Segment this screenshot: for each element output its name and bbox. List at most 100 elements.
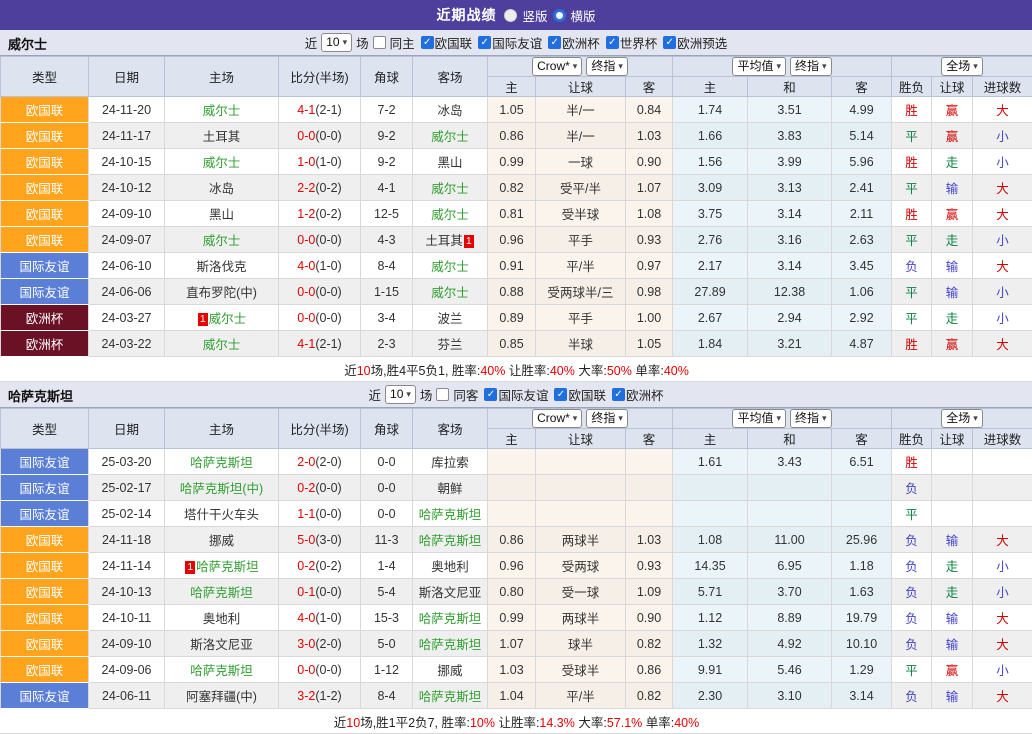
home-team: 哈萨克斯坦(中) (165, 475, 279, 501)
league-filter-item: ✓欧国联 (421, 33, 473, 52)
avg-away-odds: 4.87 (832, 331, 892, 357)
result-goals: 小 (973, 123, 1032, 149)
red-card-badge: 1 (198, 313, 208, 326)
bookmaker-select[interactable]: Crow*▾ (532, 57, 582, 76)
league-filter-item: ✓欧国联 (554, 385, 606, 404)
match-scope-select-value: 全场 (946, 59, 970, 74)
home-team: 1威尔士 (165, 305, 279, 331)
team-section: 威尔士近10▾场同主✓欧国联✓国际友谊✓欧洲杯✓世界杯✓欧洲预选类型日期主场比分… (0, 30, 1032, 382)
avg-draw-odds: 5.46 (748, 657, 832, 683)
vertical-layout-label[interactable]: 竖版 (522, 6, 547, 25)
avg-home-odds: 1.56 (673, 149, 748, 175)
fulltime-score: 3-0 (297, 637, 315, 651)
horizontal-layout-label[interactable]: 横版 (571, 6, 596, 25)
column-header-avg-away: 客 (832, 429, 892, 449)
handicap-home-odds: 0.80 (488, 579, 536, 605)
match-score: 0-0(0-0) (279, 657, 361, 683)
match-scope-select[interactable]: 全场▾ (941, 409, 983, 428)
league-filter-label: 世界杯 (620, 33, 658, 52)
league-checkbox[interactable]: ✓ (478, 36, 491, 49)
handicap-line: 受球半 (536, 657, 626, 683)
home-team-name: 威尔士 (203, 156, 241, 170)
league-filter-item: ✓欧洲杯 (612, 385, 664, 404)
handicap-line: 受两球 (536, 553, 626, 579)
index-time-select[interactable]: 终指▾ (586, 57, 628, 76)
games-count-select[interactable]: 10▾ (385, 385, 416, 404)
halftime-score: (2-0) (315, 637, 341, 651)
league-checkbox[interactable]: ✓ (554, 388, 567, 401)
match-scope-select[interactable]: 全场▾ (941, 57, 983, 76)
column-header-corner: 角球 (361, 57, 413, 97)
avg-draw-odds (748, 501, 832, 527)
league-filter-item: ✓欧洲杯 (548, 33, 600, 52)
column-header-date: 日期 (89, 409, 165, 449)
league-checkbox[interactable]: ✓ (548, 36, 561, 49)
league-checkbox[interactable]: ✓ (663, 36, 676, 49)
match-score: 4-0(1-0) (279, 253, 361, 279)
result-winloss: 胜 (892, 449, 932, 475)
home-team: 威尔士 (165, 149, 279, 175)
handicap-away-odds: 0.82 (626, 683, 673, 709)
away-team: 冰岛 (413, 97, 488, 123)
league-badge: 欧国联 (1, 149, 89, 175)
league-checkbox[interactable]: ✓ (484, 388, 497, 401)
away-team: 奥地利 (413, 553, 488, 579)
average-select-value: 平均值 (737, 411, 773, 426)
summary-segment: 57.1% (607, 716, 642, 730)
result-handicap: 走 (932, 553, 973, 579)
match-date: 24-06-10 (89, 253, 165, 279)
home-team: 威尔士 (165, 227, 279, 253)
result-winloss: 负 (892, 527, 932, 553)
home-team-name: 威尔士 (203, 338, 241, 352)
chevron-down-icon: ▾ (973, 411, 978, 426)
away-team: 威尔士 (413, 279, 488, 305)
result-winloss: 负 (892, 683, 932, 709)
avg-draw-odds: 4.92 (748, 631, 832, 657)
league-checkbox[interactable]: ✓ (421, 36, 434, 49)
vertical-layout-radio-icon[interactable] (504, 9, 517, 22)
away-team-name: 哈萨克斯坦 (419, 612, 482, 626)
bookmaker-select[interactable]: Crow*▾ (532, 409, 582, 428)
league-checkbox[interactable]: ✓ (606, 36, 619, 49)
games-suffix-label: 场 (356, 33, 369, 52)
summary-segment: 单率: (642, 716, 674, 730)
column-header-score: 比分(半场) (279, 57, 361, 97)
index-time-select[interactable]: 终指▾ (790, 57, 832, 76)
index-time-select[interactable]: 终指▾ (790, 409, 832, 428)
halftime-score: (1-0) (315, 259, 341, 273)
match-date: 24-10-12 (89, 175, 165, 201)
avg-away-odds: 2.92 (832, 305, 892, 331)
league-badge: 欧洲杯 (1, 331, 89, 357)
match-score: 0-2(0-0) (279, 475, 361, 501)
league-checkbox[interactable]: ✓ (612, 388, 625, 401)
match-date: 24-09-07 (89, 227, 165, 253)
league-badge: 国际友谊 (1, 475, 89, 501)
league-badge: 欧国联 (1, 631, 89, 657)
average-select[interactable]: 平均值▾ (732, 409, 786, 428)
column-header-home: 主场 (165, 409, 279, 449)
handicap-line: 受两球半/三 (536, 279, 626, 305)
handicap-line: 一球 (536, 149, 626, 175)
average-select[interactable]: 平均值▾ (732, 57, 786, 76)
same-side-checkbox[interactable] (436, 388, 449, 401)
avg-away-odds: 1.29 (832, 657, 892, 683)
result-winloss: 负 (892, 605, 932, 631)
avg-away-odds: 1.63 (832, 579, 892, 605)
same-side-checkbox[interactable] (373, 36, 386, 49)
away-team-name: 朝鲜 (437, 482, 462, 496)
horizontal-layout-radio-icon[interactable] (553, 9, 566, 22)
match-row: 欧国联24-10-15威尔士1-0(1-0)9-2黑山0.99一球0.901.5… (1, 149, 1032, 175)
summary-segment: 让胜率: (495, 716, 539, 730)
chevron-down-icon: ▾ (777, 59, 782, 74)
column-header-type: 类型 (1, 409, 89, 449)
home-team: 冰岛 (165, 175, 279, 201)
summary-segment: 单率: (632, 364, 664, 378)
league-badge: 国际友谊 (1, 279, 89, 305)
result-handicap: 走 (932, 305, 973, 331)
games-count-select[interactable]: 10▾ (321, 33, 352, 52)
result-winloss: 负 (892, 475, 932, 501)
halftime-score: (0-0) (315, 285, 341, 299)
league-badge: 欧国联 (1, 97, 89, 123)
summary-segment: 让胜率: (505, 364, 549, 378)
index-time-select[interactable]: 终指▾ (586, 409, 628, 428)
